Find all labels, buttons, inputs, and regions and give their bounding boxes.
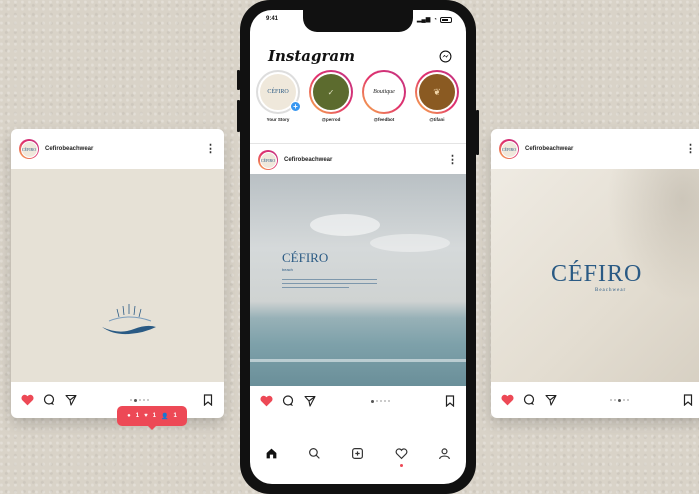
right-post-card: CÉFIRO Cefirobeachwear ⋮ CÉFIRO Beachwea… [491,129,699,418]
brand-tagline: Beachwear [595,288,627,293]
post-username[interactable]: Cefirobeachwear [284,157,441,163]
messenger-icon[interactable] [439,50,452,63]
phone-screen: 9:41 ▂▄▆ ◔ Instagram CÉFIRO + Your Story… [250,10,466,484]
story-item[interactable]: Boutique @feedbot [362,70,406,122]
wifi-icon: ◔ [433,16,437,23]
search-icon[interactable] [308,447,321,465]
story-avatar: CÉFIRO + [256,70,301,114]
bottom-nav-bar [250,434,466,484]
home-icon[interactable] [265,447,278,465]
feed-post-header: CÉFIRO Cefirobeachwear ⋮ [250,146,466,174]
follow-count: 1 [173,413,177,419]
status-time: 9:41 [266,16,279,22]
post-brand-text: CÉFIRO [282,250,329,265]
stories-row: CÉFIRO + Your Story ✓ @perrod Boutique @… [256,70,466,122]
share-icon[interactable] [303,394,317,408]
follow-count-icon: 👤 [161,413,169,420]
post-caption-lines [282,276,377,291]
phone-notch [303,10,413,32]
share-icon[interactable] [64,393,78,407]
save-bookmark-icon[interactable] [681,393,695,407]
story-item[interactable]: CÉFIRO + Your Story [256,70,301,122]
avatar[interactable]: CÉFIRO [258,150,278,170]
comment-icon[interactable] [522,393,536,407]
profile-icon[interactable] [438,447,451,465]
wave-highlight [250,359,466,362]
like-count: 1 [152,413,157,419]
activity-dot [399,464,403,467]
story-avatar: ❦ [415,70,459,114]
status-icons: ▂▄▆ ◔ [417,16,452,23]
story-avatar: ✓ [309,70,353,114]
new-post-icon[interactable] [351,447,364,465]
story-avatar-inner: ✓ [311,72,351,112]
story-label: @perrod [321,117,341,122]
story-avatar-inner: Boutique [364,72,404,112]
post-image[interactable] [11,169,224,382]
story-avatar: Boutique [362,70,406,114]
story-glyph-icon: ✓ [327,87,335,97]
share-icon[interactable] [544,393,558,407]
save-bookmark-icon[interactable] [443,394,457,408]
divider [250,143,466,144]
carousel-dots [325,399,435,403]
avatar[interactable]: CÉFIRO [19,139,39,159]
story-label: Your Story [266,117,290,122]
post-username[interactable]: Cefirobeachwear [525,146,679,152]
story-avatar-inner: ❦ [417,72,457,112]
comment-icon[interactable] [281,394,295,408]
left-post-card: CÉFIRO Cefirobeachwear ⋮ [11,129,224,418]
more-options-icon[interactable]: ⋮ [447,154,458,166]
story-label: @feedbot [373,117,395,122]
app-logo[interactable]: Instagram [268,47,355,65]
wave-logo-icon [102,304,156,335]
more-options-icon[interactable]: ⋮ [205,143,216,155]
cloud-shape [310,214,380,236]
avatar-text: CÉFIRO [259,151,277,169]
save-bookmark-icon[interactable] [201,393,215,407]
carousel-dots [566,398,673,402]
story-label: @tifani [429,117,445,122]
add-story-icon[interactable]: + [290,101,301,112]
phone-side-button [476,110,479,155]
more-options-icon[interactable]: ⋮ [685,143,696,155]
post-image[interactable]: CÉFIRO Beachwear [491,169,699,382]
comment-icon[interactable] [42,393,56,407]
avatar-text: CÉFIRO [500,140,518,158]
brand-logo-text: CÉFIRO [551,261,643,287]
post-header: CÉFIRO Cefirobeachwear ⋮ [11,129,224,169]
signal-icon: ▂▄▆ [416,17,431,23]
story-item[interactable]: ✓ @perrod [309,70,353,122]
story-item[interactable]: ❦ @tifani [415,70,459,122]
palm-shadow [594,169,699,319]
post-actions [250,386,466,416]
post-username[interactable]: Cefirobeachwear [45,146,199,152]
cloud-shape [370,234,450,252]
like-count-icon: ♥ [144,413,148,419]
phone-frame: 9:41 ▂▄▆ ◔ Instagram CÉFIRO + Your Story… [240,0,476,494]
post-actions [491,382,699,418]
carousel-dots [86,398,193,402]
battery-icon [440,16,452,23]
like-heart-icon[interactable] [259,394,273,408]
activity-notification-bubble[interactable]: ● 1 ♥ 1 👤 1 [117,406,187,430]
like-heart-icon[interactable] [20,393,34,407]
post-subtitle-text: beach [282,267,293,272]
activity-heart-icon[interactable] [395,447,408,467]
story-glyph-icon: ❦ [433,86,441,97]
like-heart-icon[interactable] [500,393,514,407]
avatar[interactable]: CÉFIRO [499,139,519,159]
comment-count-icon: ● [127,413,131,419]
post-header: CÉFIRO Cefirobeachwear ⋮ [491,129,699,169]
feed-post-image[interactable]: CÉFIRO beach [250,174,466,386]
comment-count: 1 [135,413,140,419]
avatar-text: CÉFIRO [20,140,38,158]
